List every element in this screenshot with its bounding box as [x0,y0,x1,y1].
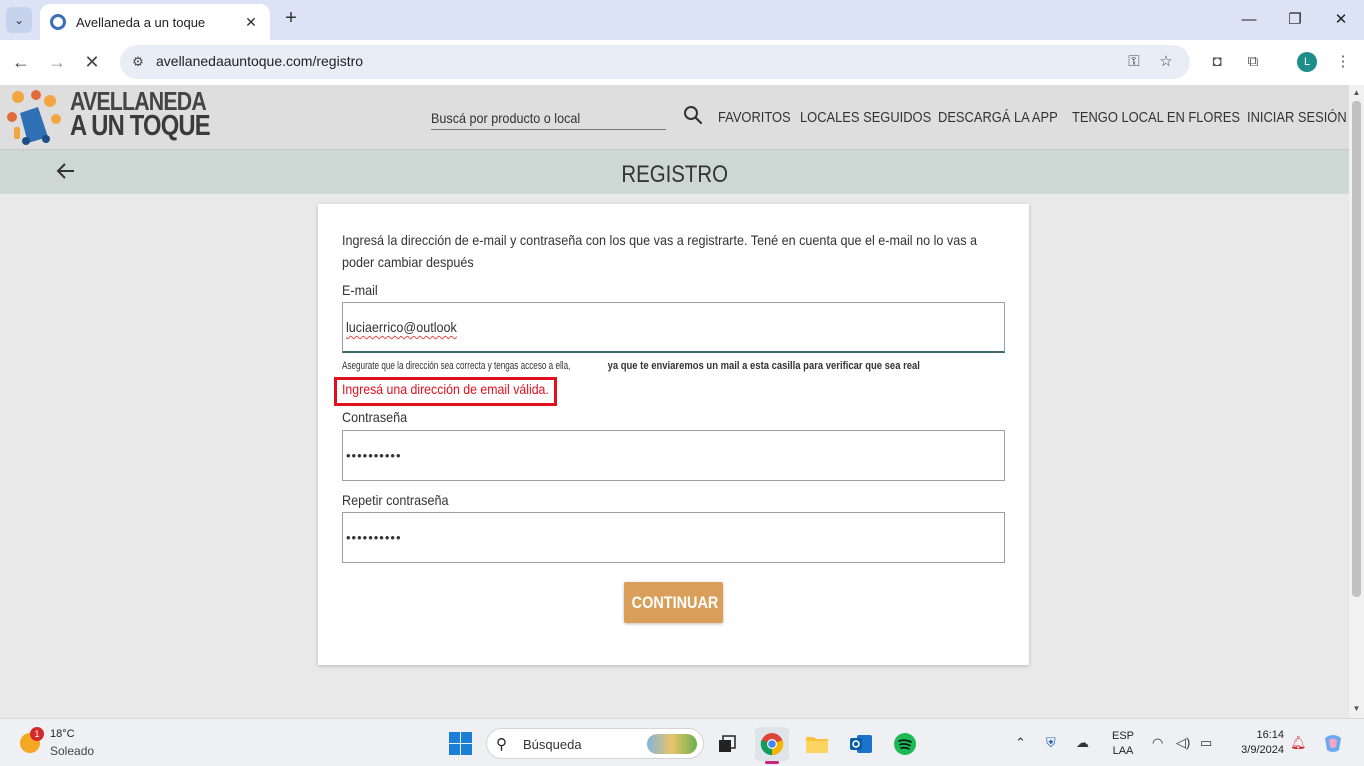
page-title: REGISTRO [621,161,728,188]
bookmark-star-icon[interactable]: ☆ [1156,52,1176,72]
email-value: luciaerrico@outlook [346,319,457,335]
active-indicator [765,761,779,764]
nav-locales-seguidos[interactable]: LOCALES SEGUIDOS [800,109,931,126]
repeat-password-value: •••••••••• [346,530,402,545]
scroll-thumb[interactable] [1352,101,1361,597]
language-indicator[interactable]: ESP LAA [1108,730,1138,757]
spotify-icon[interactable] [888,727,922,761]
email-error-message: Ingresá una dirección de email válida. [342,381,549,397]
start-windows-icon[interactable] [449,732,472,755]
profile-avatar[interactable]: L [1297,52,1317,72]
close-window-button[interactable]: ✕ [1318,8,1364,32]
security-shield-icon[interactable]: ⛨ [1046,735,1056,751]
repeat-password-field[interactable]: •••••••••• [342,512,1005,563]
site-favicon-icon [50,14,66,30]
logo-graphic-icon [7,90,61,145]
password-key-icon[interactable]: ⚿ [1124,52,1144,72]
password-label: Contraseña [342,409,408,425]
site-header: AVELLANEDA A UN TOQUE Buscá por producto… [0,85,1349,150]
nav-iniciar-sesion[interactable]: INICIAR SESIÓN [1247,109,1347,126]
chrome-taskbar-icon[interactable] [755,727,789,764]
browser-tab-strip: ⌄ Avellaneda a un toque ✕ + — ❐ ✕ [0,0,1364,40]
scroll-down-icon[interactable]: ▼ [1352,704,1361,713]
continue-button[interactable]: CONTINUAR [624,582,723,623]
email-field[interactable]: luciaerrico@outlook [342,302,1005,353]
stop-loading-button[interactable]: ✕ [80,50,104,74]
screenshot-camera-icon[interactable]: ◘ [1206,51,1228,73]
weather-temperature[interactable]: 18°C [50,728,75,740]
tab-title: Avellaneda a un toque [76,14,206,30]
cloud-sync-icon[interactable]: ☁ [1076,735,1089,751]
page-scrollbar[interactable]: ▲ ▼ [1349,85,1364,718]
outlook-icon[interactable] [844,727,878,761]
logo-line-2: A UN TOQUE [70,110,211,142]
clock[interactable]: 16:14 3/9/2024 [1228,729,1284,756]
chevron-down-icon: ⌄ [13,13,25,27]
chrome-menu-icon[interactable]: ⋮ [1332,51,1354,73]
taskbar-search-text: Búsqueda [523,737,582,752]
search-icon: ⚲ [496,736,507,753]
notification-bell-icon[interactable]: 🔔︎ [1290,735,1307,751]
password-field[interactable]: •••••••••• [342,430,1005,481]
url-text[interactable]: avellanedaauntoque.com/registro [156,53,363,69]
search-highlight-image [647,734,697,754]
email-label: E-mail [342,282,378,298]
volume-icon[interactable]: ◁) [1176,735,1190,751]
weather-description[interactable]: Soleado [50,744,94,758]
maximize-button[interactable]: ❐ [1272,8,1318,32]
nav-tengo-local[interactable]: TENGO LOCAL EN FLORES [1072,109,1240,126]
password-value: •••••••••• [346,448,402,463]
weather-badge: 1 [30,727,44,741]
extensions-puzzle-icon[interactable]: ⧉ [1242,51,1264,73]
scroll-up-icon[interactable]: ▲ [1352,88,1361,97]
file-explorer-icon[interactable] [800,727,834,761]
search-placeholder: Buscá por producto o local [431,110,581,126]
product-search-input[interactable]: Buscá por producto o local [431,107,666,130]
search-icon[interactable] [683,105,703,125]
registration-card: Ingresá la dirección de e-mail y contras… [318,204,1029,665]
address-bar[interactable]: ⚙ avellanedaauntoque.com/registro ⚿ ☆ [120,45,1190,79]
browser-tab[interactable]: Avellaneda a un toque ✕ [40,4,270,40]
battery-icon[interactable]: ▭ [1200,735,1212,751]
site-info-icon[interactable]: ⚙ [128,52,148,72]
browser-toolbar: ← → ✕ ⚙ avellanedaauntoque.com/registro … [0,40,1364,85]
forward-button[interactable]: → [45,50,69,74]
tab-search-button[interactable]: ⌄ [6,7,32,33]
new-tab-button[interactable]: + [280,8,302,30]
intro-text: Ingresá la dirección de e-mail y contras… [342,232,978,270]
nav-descarga-app[interactable]: DESCARGÁ LA APP [938,109,1058,126]
page-title-bar: REGISTRO [0,150,1349,194]
wifi-icon[interactable]: ◠ [1152,735,1163,751]
email-hint: Asegurate que la dirección sea correcta … [342,360,920,372]
minimize-button[interactable]: — [1226,8,1272,32]
repeat-password-label: Repetir contraseña [342,492,449,508]
show-hidden-icons-chevron-icon[interactable]: ⌃ [1015,735,1026,751]
windows-taskbar: 1 18°C Soleado ⚲ Búsqueda ⌃ ⛨ ☁ ESP LAA [0,718,1364,766]
copilot-icon[interactable] [1322,732,1344,754]
back-button[interactable]: ← [9,50,33,74]
logo-text: AVELLANEDA A UN TOQUE [70,88,240,142]
task-view-icon[interactable] [710,727,744,761]
web-page: AVELLANEDA A UN TOQUE Buscá por producto… [0,85,1349,718]
site-logo[interactable]: AVELLANEDA A UN TOQUE [0,85,211,149]
nav-favoritos[interactable]: FAVORITOS [718,109,791,126]
taskbar-search[interactable]: ⚲ Búsqueda [486,728,704,759]
tab-close-icon[interactable]: ✕ [242,14,260,31]
